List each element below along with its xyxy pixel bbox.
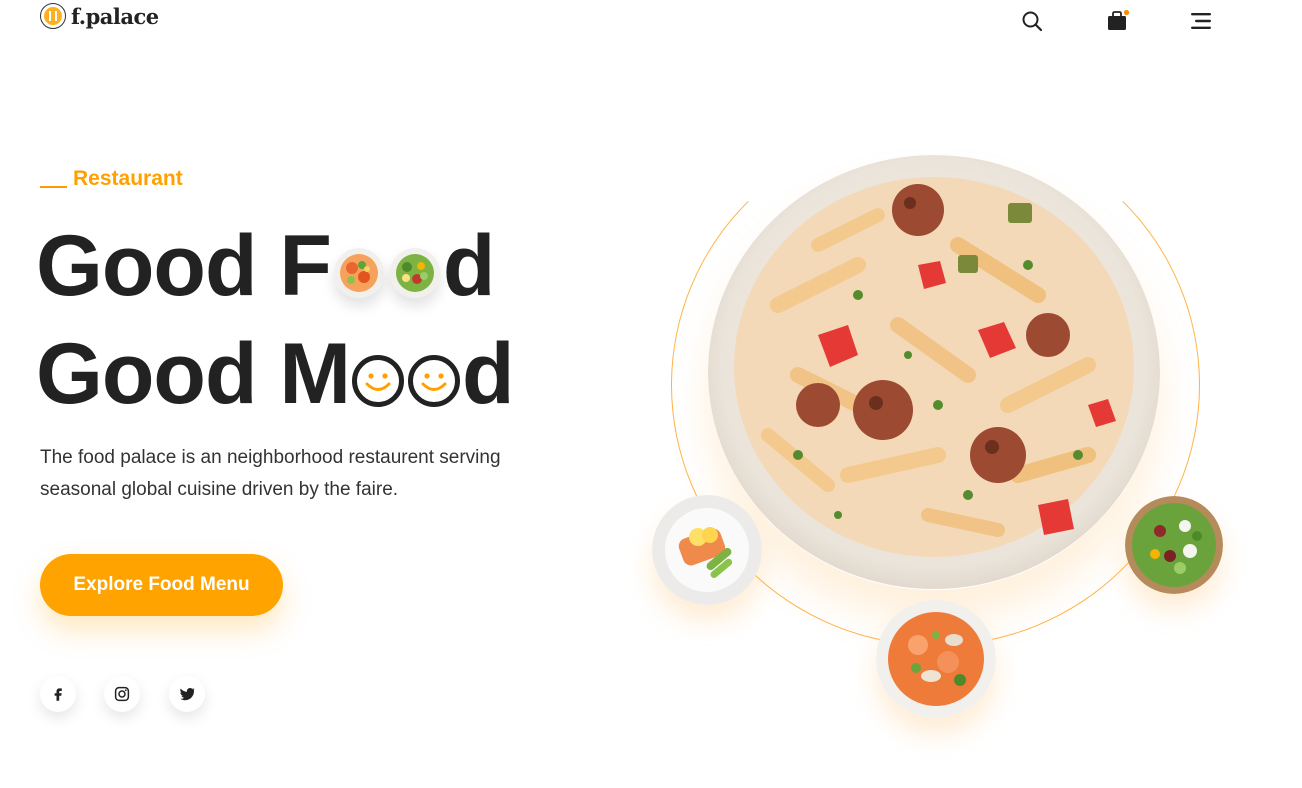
instagram-icon[interactable] [104, 676, 140, 712]
smiley-icon [352, 355, 405, 407]
menu-icon[interactable] [1189, 9, 1213, 33]
headline-2-start: Good M [36, 326, 351, 422]
smiley-icon [408, 355, 461, 407]
brand-name: f.palace [71, 3, 159, 29]
logo[interactable]: f.palace [40, 3, 159, 29]
shrimp-plate-icon [333, 248, 384, 298]
headline-line-2: Good M d [36, 326, 515, 422]
twitter-icon[interactable] [169, 676, 205, 712]
facebook-icon[interactable] [40, 676, 76, 712]
search-icon[interactable] [1020, 9, 1044, 33]
eyebrow-divider [40, 186, 67, 188]
cart-badge [1123, 9, 1130, 16]
hero-description: The food palace is an neighborhood resta… [40, 447, 501, 500]
logo-icon [40, 3, 66, 29]
salad-bowl-image [1125, 496, 1223, 594]
salad-plate-icon [389, 248, 440, 298]
pasta-bowl-image [708, 155, 1160, 590]
explore-menu-button[interactable]: Explore Food Menu [40, 554, 283, 616]
headline-2-end: d [462, 326, 515, 422]
headline-1-start: Good F [36, 218, 332, 314]
shopping-bag-icon[interactable] [1106, 9, 1130, 33]
headline-line-1: Good F d [36, 218, 496, 314]
seafood-soup-image [876, 600, 996, 718]
salmon-plate-image [652, 495, 762, 605]
hero-eyebrow: Restaurant [40, 167, 183, 191]
eyebrow-label: Restaurant [73, 167, 183, 190]
headline-1-end: d [442, 218, 496, 314]
